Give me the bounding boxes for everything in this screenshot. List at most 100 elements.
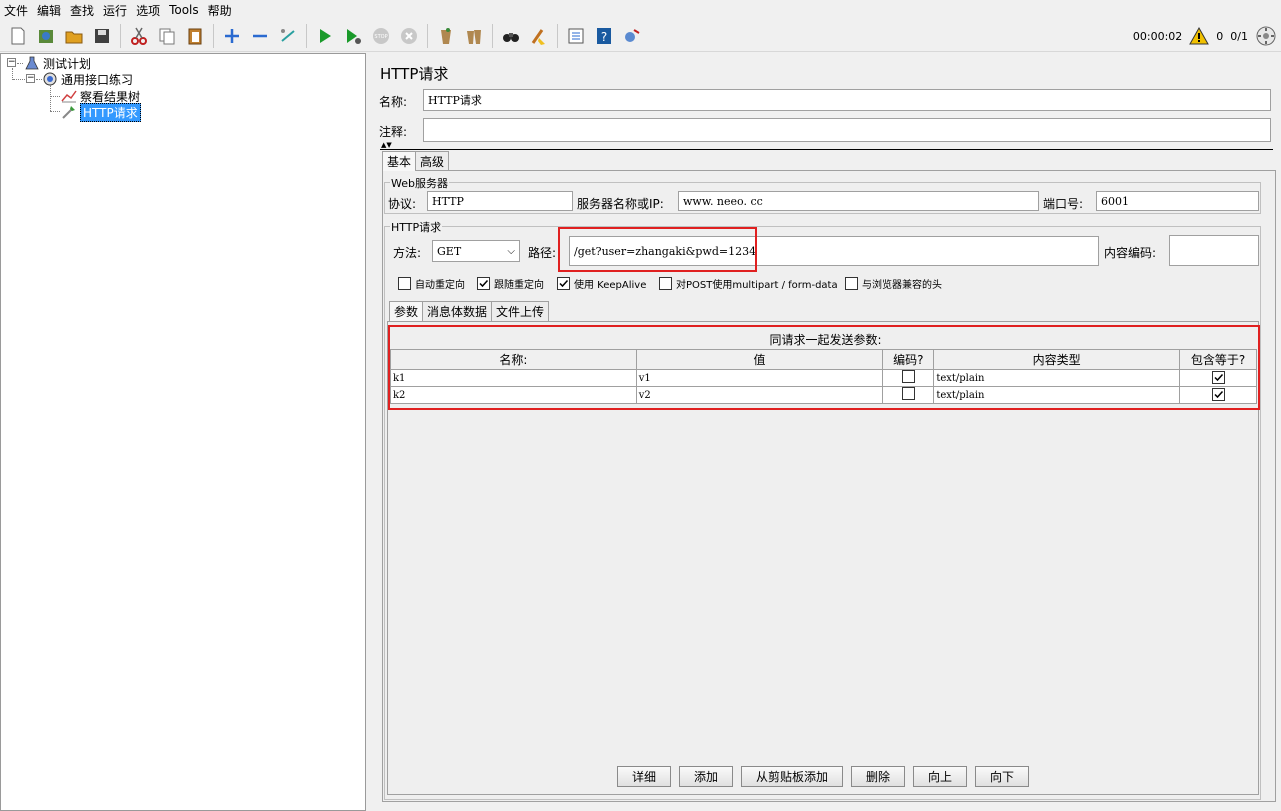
menu-tools[interactable]: Tools bbox=[169, 3, 199, 17]
remote-icon[interactable] bbox=[621, 25, 643, 47]
expand-icon[interactable] bbox=[221, 25, 243, 47]
save-icon[interactable] bbox=[91, 25, 113, 47]
tab-basic[interactable]: 基本 bbox=[382, 151, 417, 171]
page-title: HTTP请求 bbox=[380, 65, 449, 83]
tab-body-data[interactable]: 消息体数据 bbox=[422, 301, 493, 321]
copy-icon[interactable] bbox=[156, 25, 178, 47]
port-value: 6001 bbox=[1101, 194, 1129, 208]
encoding-field[interactable] bbox=[1169, 235, 1259, 266]
path-label: 路径: bbox=[528, 246, 557, 260]
option-multipart[interactable]: 对POST使用multipart / form-data bbox=[659, 276, 838, 291]
expander-thread-group[interactable]: − bbox=[26, 74, 35, 83]
checkbox-checked[interactable] bbox=[477, 277, 490, 290]
clear-icon[interactable] bbox=[435, 25, 457, 47]
test-plan-icon bbox=[24, 55, 40, 71]
menu-bar: 文件 编辑 查找 运行 选项 Tools 帮助 bbox=[0, 0, 1281, 20]
checkbox[interactable] bbox=[659, 277, 672, 290]
tree-node-test-plan[interactable]: 测试计划 bbox=[24, 55, 91, 71]
port-field[interactable]: 6001 bbox=[1096, 191, 1259, 211]
http-request-panel: HTTP请求 名称: HTTP请求 注释: ▲▼ 基本 高级 Web服务器 协议… bbox=[370, 53, 1281, 811]
option-browser-headers[interactable]: 与浏览器兼容的头 bbox=[845, 276, 942, 291]
main-tabs: 基本 高级 bbox=[382, 151, 450, 171]
test-plan-tree: − 测试计划 − 通用接口练习 察看结果树 HTTP请求 bbox=[0, 53, 366, 811]
checkbox-checked[interactable] bbox=[557, 277, 570, 290]
protocol-label: 协议: bbox=[388, 197, 417, 211]
templates-icon[interactable] bbox=[35, 25, 57, 47]
sampler-icon bbox=[61, 104, 77, 120]
thread-count: 0/1 bbox=[1230, 29, 1248, 43]
server-value: www. neeo. cc bbox=[683, 194, 763, 208]
tab-file-upload[interactable]: 文件上传 bbox=[491, 301, 550, 321]
menu-search[interactable]: 查找 bbox=[70, 2, 94, 19]
option-auto-redirect[interactable]: 自动重定向 bbox=[398, 276, 465, 291]
add-from-clipboard-button[interactable]: 从剪贴板添加 bbox=[741, 766, 843, 787]
menu-edit[interactable]: 编辑 bbox=[37, 2, 61, 19]
shutdown-icon[interactable] bbox=[398, 25, 420, 47]
option-follow-redirect[interactable]: 跟随重定向 bbox=[477, 276, 544, 291]
svg-text:?: ? bbox=[601, 30, 607, 44]
cut-icon[interactable] bbox=[128, 25, 150, 47]
menu-run[interactable]: 运行 bbox=[103, 2, 127, 19]
menu-file[interactable]: 文件 bbox=[4, 2, 28, 19]
delete-button[interactable]: 删除 bbox=[851, 766, 905, 787]
tree-label-selected: HTTP请求 bbox=[80, 102, 141, 122]
svg-text:STOP: STOP bbox=[374, 34, 387, 40]
option-label: 对POST使用multipart / form-data bbox=[676, 280, 838, 291]
reset-search-icon[interactable] bbox=[528, 25, 550, 47]
protocol-field[interactable]: HTTP bbox=[427, 191, 573, 211]
tab-parameters[interactable]: 参数 bbox=[389, 301, 424, 321]
function-helper-icon[interactable] bbox=[565, 25, 587, 47]
open-icon[interactable] bbox=[63, 25, 85, 47]
divider bbox=[380, 149, 1273, 150]
menu-help[interactable]: 帮助 bbox=[208, 2, 232, 19]
toolbar: STOP ? 00:00:02 0 0/1 bbox=[0, 20, 1281, 52]
start-icon[interactable] bbox=[314, 25, 336, 47]
warning-icon[interactable] bbox=[1189, 27, 1210, 45]
highlight-path bbox=[558, 227, 757, 272]
comment-label: 注释: bbox=[379, 125, 408, 139]
comment-field[interactable] bbox=[423, 118, 1271, 142]
chart-icon bbox=[61, 88, 77, 104]
toggle-icon[interactable] bbox=[277, 25, 299, 47]
status-area: 00:00:02 0 0/1 bbox=[1133, 20, 1277, 52]
add-button[interactable]: 添加 bbox=[679, 766, 733, 787]
move-down-button[interactable]: 向下 bbox=[975, 766, 1029, 787]
new-icon[interactable] bbox=[7, 25, 29, 47]
collapse-icon[interactable] bbox=[249, 25, 271, 47]
tab-advanced[interactable]: 高级 bbox=[415, 151, 450, 171]
name-field[interactable]: HTTP请求 bbox=[423, 89, 1271, 111]
detail-button[interactable]: 详细 bbox=[617, 766, 671, 787]
method-select[interactable]: GET ⌵ bbox=[432, 240, 520, 262]
clear-all-icon[interactable] bbox=[463, 25, 485, 47]
checkbox[interactable] bbox=[845, 277, 858, 290]
elapsed-time: 00:00:02 bbox=[1132, 29, 1183, 43]
protocol-value: HTTP bbox=[432, 194, 464, 208]
move-up-button[interactable]: 向上 bbox=[913, 766, 967, 787]
sub-tabs: 参数 消息体数据 文件上传 bbox=[389, 301, 550, 321]
search-icon[interactable] bbox=[500, 25, 522, 47]
name-label: 名称: bbox=[379, 95, 408, 109]
help-icon[interactable]: ? bbox=[593, 25, 615, 47]
stop-icon[interactable]: STOP bbox=[370, 25, 392, 47]
option-label: 跟随重定向 bbox=[494, 280, 544, 291]
option-label: 使用 KeepAlive bbox=[574, 280, 647, 291]
option-label: 自动重定向 bbox=[415, 280, 465, 291]
expander-test-plan[interactable]: − bbox=[7, 58, 16, 67]
menu-options[interactable]: 选项 bbox=[136, 2, 160, 19]
tree-label: 测试计划 bbox=[43, 56, 92, 71]
encoding-label: 内容编码: bbox=[1104, 246, 1157, 260]
option-keepalive[interactable]: 使用 KeepAlive bbox=[557, 276, 646, 291]
splitter-arrows-icon[interactable]: ▲▼ bbox=[381, 142, 392, 149]
checkbox[interactable] bbox=[398, 277, 411, 290]
port-label: 端口号: bbox=[1043, 197, 1084, 211]
paste-icon[interactable] bbox=[184, 25, 206, 47]
option-label: 与浏览器兼容的头 bbox=[862, 280, 942, 291]
tree-node-thread-group[interactable]: 通用接口练习 bbox=[42, 71, 133, 87]
method-value: GET bbox=[437, 244, 462, 258]
server-field[interactable]: www. neeo. cc bbox=[678, 191, 1039, 211]
http-request-title: HTTP请求 bbox=[390, 219, 443, 235]
start-no-pause-icon[interactable] bbox=[342, 25, 364, 47]
tree-node-http-request[interactable]: HTTP请求 bbox=[61, 102, 141, 122]
warning-count: 0 bbox=[1216, 29, 1224, 43]
remote-status-icon bbox=[1255, 25, 1277, 47]
